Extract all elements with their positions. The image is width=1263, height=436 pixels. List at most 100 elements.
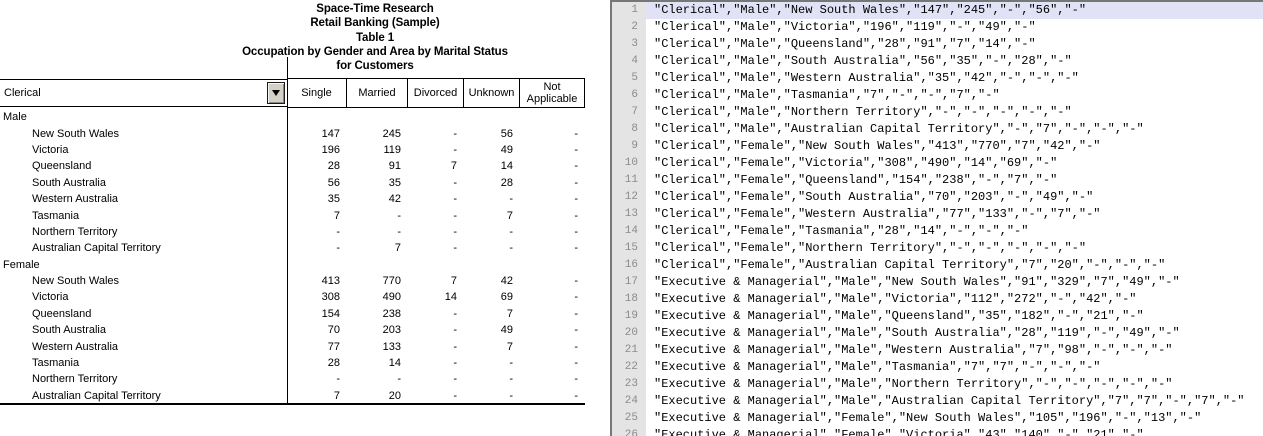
report-title-line: Table 1 [75,31,675,45]
row-label: Tasmania [0,210,287,222]
editor-line[interactable]: 10"Clerical","Female","Victoria","308","… [612,155,1263,172]
editor-line[interactable]: 17"Executive & Managerial","Male","New S… [612,274,1263,291]
value-cell: - [408,242,464,254]
line-text[interactable]: "Clerical","Male","Queensland","28","91"… [646,36,1263,53]
line-number: 3 [612,36,646,53]
line-number: 17 [612,274,646,291]
editor-line[interactable]: 16"Clerical","Female","Australian Capita… [612,257,1263,274]
line-text[interactable]: "Executive & Managerial","Male","Queensl… [646,308,1263,325]
value-cell: 490 [347,291,408,303]
editor-line[interactable]: 11"Clerical","Female","Queensland","154"… [612,172,1263,189]
value-cell: - [520,373,585,385]
line-text[interactable]: "Executive & Managerial","Male","South A… [646,325,1263,342]
editor-line[interactable]: 3"Clerical","Male","Queensland","28","91… [612,36,1263,53]
line-text[interactable]: "Clerical","Female","Tasmania","28","14"… [646,223,1263,240]
editor-line[interactable]: 15"Clerical","Female","Northern Territor… [612,240,1263,257]
line-text[interactable]: "Executive & Managerial","Male","Western… [646,342,1263,359]
editor-line[interactable]: 26"Executive & Managerial","Female","Vic… [612,427,1263,436]
value-cell: 133 [347,341,408,353]
row-label: Northern Territory [0,373,287,385]
line-number: 11 [612,172,646,189]
line-text[interactable]: "Clerical","Male","Tasmania","7","-","-"… [646,87,1263,104]
value-cell: - [464,373,520,385]
line-number: 12 [612,189,646,206]
csv-text-editor[interactable]: 1"Clerical","Male","New South Wales","14… [610,0,1263,436]
editor-line[interactable]: 19"Executive & Managerial","Male","Queen… [612,308,1263,325]
editor-line[interactable]: 18"Executive & Managerial","Male","Victo… [612,291,1263,308]
value-cell: - [408,357,464,369]
value-cell: - [520,242,585,254]
line-text[interactable]: "Executive & Managerial","Male","Victori… [646,291,1263,308]
editor-line[interactable]: 21"Executive & Managerial","Male","Weste… [612,342,1263,359]
value-cell: 35 [347,177,408,189]
row-label: Victoria [0,291,287,303]
value-cell: 238 [347,308,408,320]
line-text[interactable]: "Clerical","Male","Australian Capital Te… [646,121,1263,138]
editor-line[interactable]: 14"Clerical","Female","Tasmania","28","1… [612,223,1263,240]
table-group-row: Male [0,109,585,125]
line-text[interactable]: "Clerical","Female","Northern Territory"… [646,240,1263,257]
value-cell: 49 [464,144,520,156]
line-text[interactable]: "Clerical","Female","New South Wales","4… [646,138,1263,155]
value-cell: 7 [347,242,408,254]
editor-line[interactable]: 23"Executive & Managerial","Male","North… [612,376,1263,393]
line-number: 13 [612,206,646,223]
line-text[interactable]: "Clerical","Female","Australian Capital … [646,257,1263,274]
value-cell: - [520,308,585,320]
column-header: Married [347,79,408,107]
editor-line[interactable]: 13"Clerical","Female","Western Australia… [612,206,1263,223]
line-text[interactable]: "Executive & Managerial","Female","Victo… [646,427,1263,436]
line-text[interactable]: "Clerical","Male","Western Australia","3… [646,70,1263,87]
editor-line[interactable]: 9"Clerical","Female","New South Wales","… [612,138,1263,155]
report-title-block: Space-Time Research Retail Banking (Samp… [75,2,675,73]
line-text[interactable]: "Clerical","Male","South Australia","56"… [646,53,1263,70]
line-text[interactable]: "Clerical","Female","South Australia","7… [646,189,1263,206]
line-text[interactable]: "Clerical","Male","Northern Territory","… [646,104,1263,121]
table-row: South Australia5635-28- [0,175,585,191]
value-cell: 7 [287,210,347,222]
value-cell: - [408,144,464,156]
value-cell: 7 [287,390,347,402]
editor-line[interactable]: 6"Clerical","Male","Tasmania","7","-","-… [612,87,1263,104]
row-label: South Australia [0,177,287,189]
line-text[interactable]: "Clerical","Female","Victoria","308","49… [646,155,1263,172]
editor-line[interactable]: 12"Clerical","Female","South Australia",… [612,189,1263,206]
line-text[interactable]: "Clerical","Male","New South Wales","147… [646,2,1263,19]
value-cell: 7 [464,308,520,320]
line-text[interactable]: "Clerical","Male","Victoria","196","119"… [646,19,1263,36]
value-cell: - [408,210,464,222]
editor-line[interactable]: 2"Clerical","Male","Victoria","196","119… [612,19,1263,36]
line-text[interactable]: "Executive & Managerial","Male","Norther… [646,376,1263,393]
line-text[interactable]: "Executive & Managerial","Male","Austral… [646,393,1263,410]
line-text[interactable]: "Clerical","Female","Western Australia",… [646,206,1263,223]
value-cell: 203 [347,324,408,336]
report-title-line: Retail Banking (Sample) [75,16,675,30]
line-text[interactable]: "Executive & Managerial","Female","New S… [646,410,1263,427]
editor-line[interactable]: 25"Executive & Managerial","Female","New… [612,410,1263,427]
line-text[interactable]: "Executive & Managerial","Male","New Sou… [646,274,1263,291]
value-cell: 49 [464,324,520,336]
value-cell: - [287,242,347,254]
editor-line[interactable]: 7"Clerical","Male","Northern Territory",… [612,104,1263,121]
editor-line[interactable]: 24"Executive & Managerial","Male","Austr… [612,393,1263,410]
value-cell: 154 [287,308,347,320]
value-cell: - [408,373,464,385]
row-label: Northern Territory [0,226,287,238]
editor-line[interactable]: 20"Executive & Managerial","Male","South… [612,325,1263,342]
editor-line[interactable]: 8"Clerical","Male","Australian Capital T… [612,121,1263,138]
editor-line[interactable]: 4"Clerical","Male","South Australia","56… [612,53,1263,70]
dropdown-arrow-button[interactable] [267,82,285,104]
occupation-dropdown[interactable]: Clerical [0,79,287,107]
value-cell: 70 [287,324,347,336]
editor-line[interactable]: 1"Clerical","Male","New South Wales","14… [612,2,1263,19]
table-row: Western Australia77133-7- [0,338,585,354]
value-cell: - [464,242,520,254]
report-title-line: Space-Time Research [75,2,675,16]
value-cell: - [408,177,464,189]
editor-line[interactable]: 22"Executive & Managerial","Male","Tasma… [612,359,1263,376]
value-cell: - [520,341,585,353]
editor-line[interactable]: 5"Clerical","Male","Western Australia","… [612,70,1263,87]
line-number: 8 [612,121,646,138]
line-text[interactable]: "Clerical","Female","Queensland","154","… [646,172,1263,189]
line-text[interactable]: "Executive & Managerial","Male","Tasmani… [646,359,1263,376]
